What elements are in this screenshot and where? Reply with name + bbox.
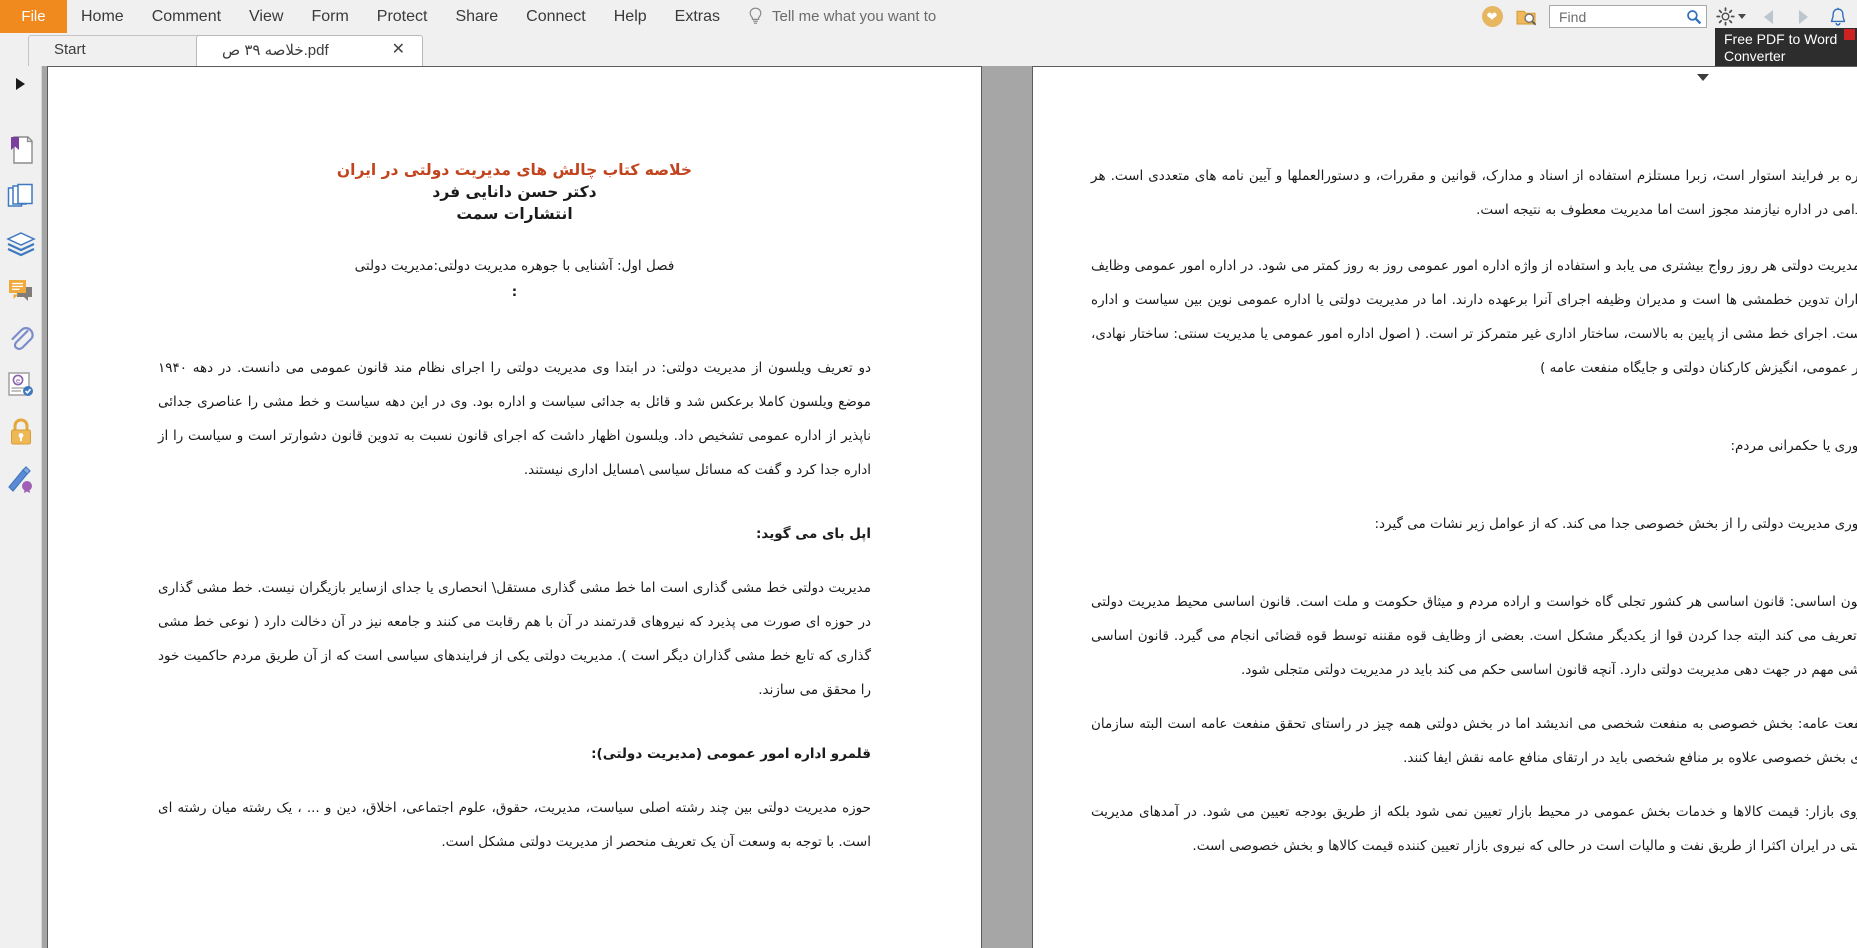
pdf-page-right: اداره بر فرایند استوار است، زبرا مستلزم … bbox=[1032, 66, 1857, 948]
attachments-icon bbox=[10, 326, 34, 350]
list-item-text: قانون اساسی: قانون اساسی هر کشور تجلی گا… bbox=[1091, 594, 1857, 678]
list-item-text: نیروی بازار: قیمت کالاها و خدمات بخش عمو… bbox=[1091, 804, 1857, 854]
ad-banner-line1: Free PDF to Word bbox=[1724, 31, 1838, 47]
chapter-colon: : bbox=[511, 284, 518, 300]
tab-bar: Start خلاصه ۳۹ ص.pdf ✕ bbox=[0, 33, 1857, 81]
right-bullet-item: اداره بر فرایند استوار است، زبرا مستلزم … bbox=[1091, 159, 1857, 227]
tab-document[interactable]: خلاصه ۳۹ ص.pdf ✕ bbox=[196, 33, 423, 67]
right-numbered-item: 1. قانون اساسی: قانون اساسی هر کشور تجلی… bbox=[1091, 585, 1857, 687]
menu-item-protect[interactable]: Protect bbox=[363, 0, 442, 33]
menu-item-connect[interactable]: Connect bbox=[512, 0, 600, 33]
chevron-down-icon[interactable] bbox=[1738, 14, 1746, 19]
left-sidebar: e bbox=[0, 66, 42, 948]
chapter-heading: فصل اول: آشنایی با جوهره مدیریت دولتی:مد… bbox=[354, 258, 675, 274]
document-canvas[interactable]: خلاصه کتاب چالش های مدیریت دولتی در ایرا… bbox=[42, 66, 1857, 948]
pdf-page-right-body: اداره بر فرایند استوار است، زبرا مستلزم … bbox=[1033, 67, 1857, 863]
security-lock-icon bbox=[10, 417, 31, 444]
menu-item-comment[interactable]: Comment bbox=[138, 0, 235, 33]
lightbulb-icon bbox=[748, 7, 763, 26]
tab-document-label: خلاصه ۳۹ ص.pdf bbox=[222, 41, 329, 59]
previous-button[interactable] bbox=[1755, 4, 1781, 30]
sidebar-item-comments[interactable] bbox=[0, 267, 41, 314]
settings-button[interactable] bbox=[1716, 7, 1746, 26]
chevron-right-icon bbox=[1798, 9, 1808, 24]
sidebar-item-layers[interactable] bbox=[0, 220, 41, 267]
notifications-button[interactable] bbox=[1825, 4, 1851, 30]
document-title: خلاصه کتاب چالش های مدیریت دولتی در ایرا… bbox=[336, 161, 693, 179]
favorites-button[interactable]: ❤ bbox=[1479, 4, 1505, 30]
ad-banner-line2: Converter bbox=[1724, 48, 1786, 64]
sidebar-item-attachments[interactable] bbox=[0, 314, 41, 361]
sidebar-item-digital-signature[interactable] bbox=[0, 455, 41, 502]
document-publisher: انتشارات سمت bbox=[456, 205, 573, 223]
page-thumbnails-icon bbox=[7, 183, 33, 207]
stamps-icon: e bbox=[7, 371, 33, 396]
menu-item-view[interactable]: View bbox=[235, 0, 297, 33]
search-folder-button[interactable] bbox=[1514, 4, 1540, 30]
sidebar-item-stamps[interactable]: e bbox=[0, 361, 41, 408]
menu-item-group: Home Comment View Form Protect Share Con… bbox=[67, 0, 734, 33]
sidebar-item-bookmarks[interactable] bbox=[0, 126, 41, 173]
ad-banner-free-pdf-to-word[interactable]: Free PDF to Word Converter bbox=[1715, 28, 1857, 66]
expand-panel-arrow-icon bbox=[16, 78, 25, 90]
tell-me-search[interactable]: Tell me what you want to bbox=[748, 0, 936, 33]
right-paragraph-1: لذا واژه مدیریت دولتی هر روز رواج بیشتری… bbox=[1091, 258, 1857, 376]
find-box[interactable] bbox=[1549, 5, 1707, 28]
right-bullet-list: اداره بر فرایند استوار است، زبرا مستلزم … bbox=[1091, 159, 1857, 227]
left-heading-3: قلمرو اداره امور عمومی (مدیریت دولتی): bbox=[591, 746, 871, 762]
bell-icon bbox=[1830, 7, 1846, 26]
menu-item-form[interactable]: Form bbox=[297, 0, 362, 33]
folder-search-icon bbox=[1516, 10, 1537, 25]
left-paragraph-3: حوزه مدیریت دولتی بین چند رشته اصلی سیاس… bbox=[158, 800, 871, 850]
menu-bar: File Home Comment View Form Protect Shar… bbox=[0, 0, 1857, 33]
bookmarks-icon bbox=[10, 135, 33, 164]
next-button[interactable] bbox=[1790, 4, 1816, 30]
gear-icon bbox=[1716, 7, 1735, 26]
tell-me-label: Tell me what you want to bbox=[772, 8, 937, 25]
sidebar-item-page-thumbnails[interactable] bbox=[0, 173, 41, 220]
search-icon[interactable] bbox=[1686, 9, 1702, 25]
right-numbered-item: 2. منفعت عامه: بخش خصوصی به منفعت شخصی م… bbox=[1091, 707, 1857, 775]
right-numbered-item: 3. نیروی بازار: قیمت کالاها و خدمات بخش … bbox=[1091, 795, 1857, 863]
tab-start-label: Start bbox=[54, 41, 86, 58]
list-item-text: منفعت عامه: بخش خصوصی به منفعت شخصی می ا… bbox=[1091, 716, 1857, 766]
ad-close-icon[interactable] bbox=[1844, 29, 1855, 40]
ad-collapse-caret-icon[interactable] bbox=[1697, 74, 1709, 81]
menu-item-share[interactable]: Share bbox=[441, 0, 512, 33]
digital-signature-icon bbox=[7, 465, 32, 493]
left-paragraph-1: دو تعریف ویلسون از مدیریت دولتی: در ابتد… bbox=[158, 360, 871, 478]
pdf-reader-window: File Home Comment View Form Protect Shar… bbox=[0, 0, 1857, 948]
comments-icon bbox=[8, 279, 32, 301]
sidebar-item-security[interactable] bbox=[0, 408, 41, 455]
pdf-page-left-body: خلاصه کتاب چالش های مدیریت دولتی در ایرا… bbox=[48, 67, 981, 859]
menu-file[interactable]: File bbox=[0, 0, 67, 33]
left-paragraph-2: مدیریت دولتی خط مشی گذاری است اما خط مشی… bbox=[158, 580, 871, 698]
heart-icon: ❤ bbox=[1481, 6, 1503, 27]
menu-item-help[interactable]: Help bbox=[600, 0, 661, 33]
find-input[interactable] bbox=[1557, 7, 1686, 26]
menu-item-extras[interactable]: Extras bbox=[661, 0, 734, 33]
right-numbered-list: 1. قانون اساسی: قانون اساسی هر کشور تجلی… bbox=[1091, 585, 1857, 863]
tab-close-icon[interactable]: ✕ bbox=[392, 41, 405, 58]
right-heading-1: مردم محوری یا حکمرانی مردم: bbox=[1730, 438, 1857, 454]
pdf-page-left: خلاصه کتاب چالش های مدیریت دولتی در ایرا… bbox=[47, 66, 982, 948]
menu-item-home[interactable]: Home bbox=[67, 0, 138, 33]
document-author: دکتر حسن دانایی فرد bbox=[432, 183, 597, 201]
right-paragraph-2: مردم محوری مدیریت دولتی را از بخش خصوصی … bbox=[1374, 516, 1857, 532]
layers-icon bbox=[5, 231, 36, 256]
left-heading-2: اپل بای می گوید: bbox=[756, 526, 871, 542]
svg-text:e: e bbox=[15, 377, 19, 385]
tab-start[interactable]: Start bbox=[28, 33, 205, 67]
sidebar-expand-button[interactable] bbox=[0, 66, 41, 102]
chevron-left-icon bbox=[1763, 9, 1773, 24]
